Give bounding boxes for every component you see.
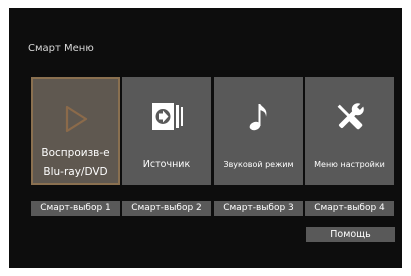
tile-setup-menu[interactable]: Меню настройки — [305, 77, 394, 185]
tile-label: Воспроизв-е Blu-ray/DVD — [41, 147, 110, 178]
smart-select-1[interactable]: Смарт-выбор 1 — [31, 201, 120, 216]
source-input-icon — [122, 95, 211, 139]
music-note-icon — [214, 95, 303, 139]
tile-sound-mode[interactable]: Звуковой режим — [214, 77, 303, 185]
tile-label: Источник — [142, 158, 191, 170]
smart-select-3[interactable]: Смарт-выбор 3 — [214, 201, 303, 216]
help-button[interactable]: Помощь — [306, 227, 395, 242]
smart-select-4[interactable]: Смарт-выбор 4 — [305, 201, 394, 216]
tile-label: Меню настройки — [314, 159, 385, 169]
tools-icon — [305, 95, 394, 139]
tile-label: Звуковой режим — [223, 159, 294, 169]
tile-source[interactable]: Источник — [122, 77, 211, 185]
page-title: Смарт Меню — [28, 43, 94, 54]
tile-bluray-dvd-playback[interactable]: Воспроизв-е Blu-ray/DVD — [31, 77, 120, 185]
smart-select-2[interactable]: Смарт-выбор 2 — [122, 201, 211, 216]
play-icon — [33, 97, 118, 141]
